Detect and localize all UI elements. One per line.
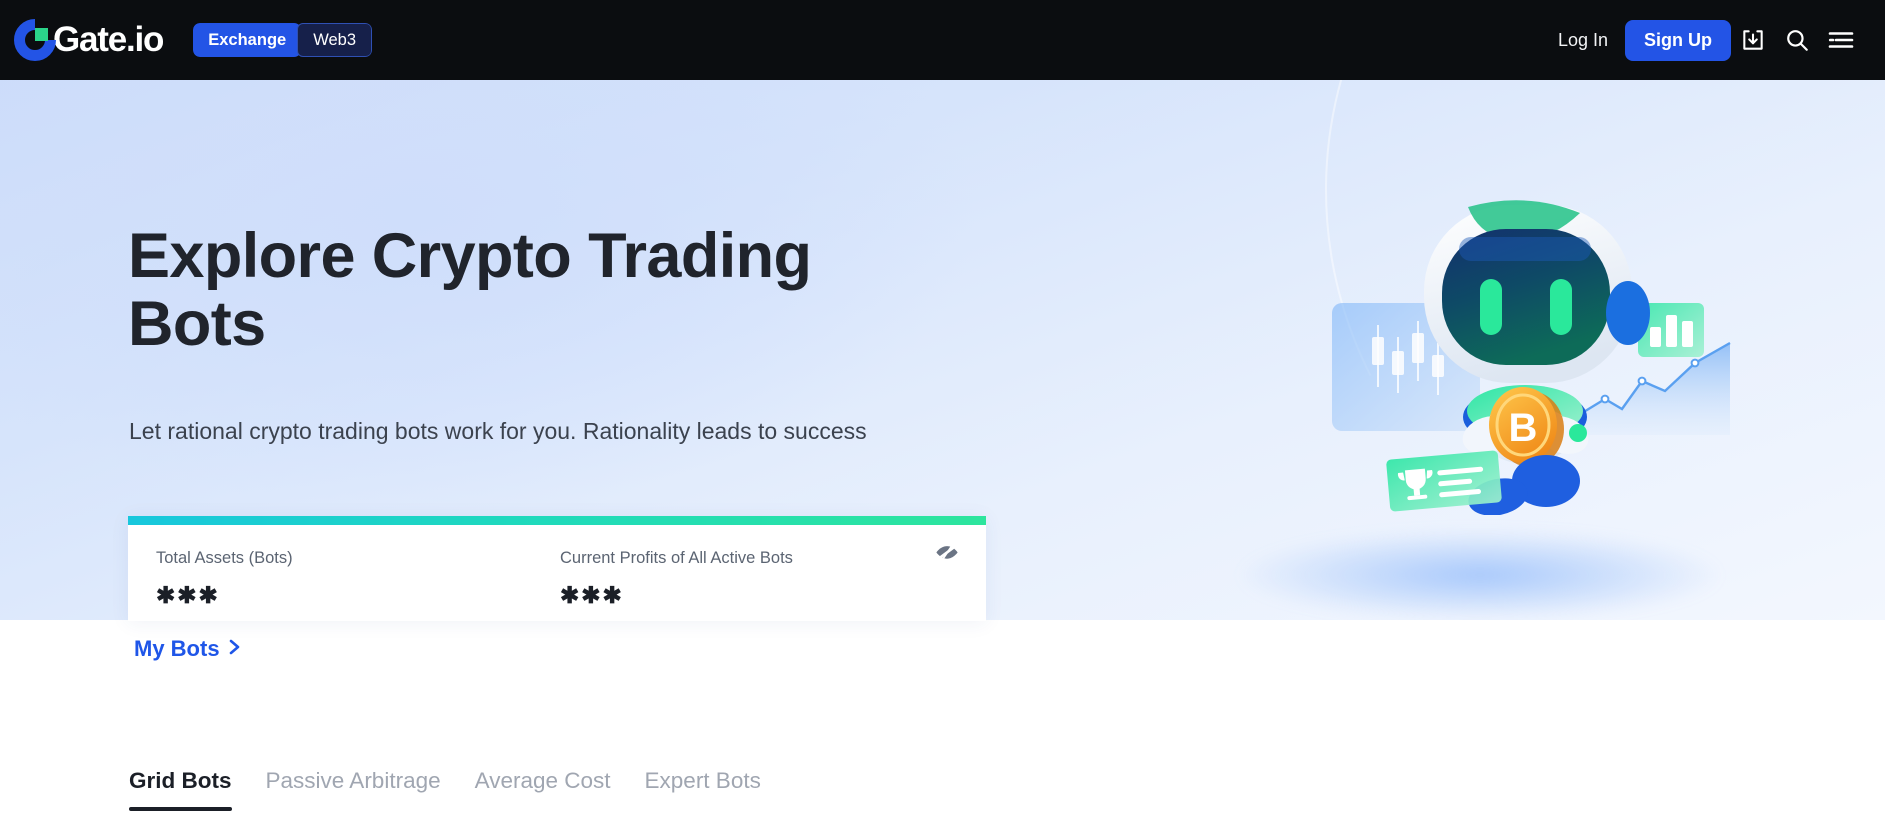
svg-text:B: B xyxy=(1509,406,1538,450)
download-icon[interactable] xyxy=(1731,18,1775,62)
stat-current-profits: Current Profits of All Active Bots ✱✱✱ xyxy=(560,549,964,607)
trading-robot-illustration: B xyxy=(1320,185,1740,516)
signup-button[interactable]: Sign Up xyxy=(1625,19,1731,61)
tab-grid-bots[interactable]: Grid Bots xyxy=(129,768,232,811)
product-switcher[interactable]: Exchange Web3 xyxy=(193,23,373,57)
chevron-right-icon xyxy=(228,636,241,662)
tab-expert-bots[interactable]: Expert Bots xyxy=(645,768,761,811)
stat-label: Current Profits of All Active Bots xyxy=(560,549,793,567)
bot-assets-card: Total Assets (Bots) ✱✱✱ Current Profits … xyxy=(128,516,986,621)
my-bots-link[interactable]: My Bots xyxy=(134,636,241,662)
gate-logo-icon xyxy=(14,19,56,61)
brand-logo[interactable]: Gate.io xyxy=(14,19,164,61)
stat-value: ✱✱✱ xyxy=(560,582,624,608)
stat-value: ✱✱✱ xyxy=(156,582,220,608)
stat-label: Total Assets (Bots) xyxy=(156,549,293,567)
brand-name: Gate.io xyxy=(53,20,164,59)
my-bots-label: My Bots xyxy=(134,636,220,661)
stat-total-assets: Total Assets (Bots) ✱✱✱ xyxy=(156,549,560,607)
page-title: Explore Crypto Trading Bots xyxy=(128,221,812,360)
tab-passive-arbitrage[interactable]: Passive Arbitrage xyxy=(266,768,441,811)
top-header: Gate.io Exchange Web3 Log In Sign Up xyxy=(0,0,1885,80)
eye-off-icon[interactable] xyxy=(934,539,960,565)
page-subtitle: Let rational crypto trading bots work fo… xyxy=(129,418,867,444)
tab-average-cost[interactable]: Average Cost xyxy=(475,768,611,811)
decorative-glow xyxy=(1240,530,1720,620)
header-actions: Log In Sign Up xyxy=(1558,18,1863,62)
segment-exchange[interactable]: Exchange xyxy=(193,23,302,57)
login-link[interactable]: Log In xyxy=(1558,30,1608,51)
card-accent-bar xyxy=(128,516,986,525)
card-body: Total Assets (Bots) ✱✱✱ Current Profits … xyxy=(128,525,986,607)
search-icon[interactable] xyxy=(1775,18,1819,62)
bot-type-tabs: Grid Bots Passive Arbitrage Average Cost… xyxy=(129,768,795,811)
segment-web3[interactable]: Web3 xyxy=(297,23,373,57)
menu-icon[interactable] xyxy=(1819,18,1863,62)
